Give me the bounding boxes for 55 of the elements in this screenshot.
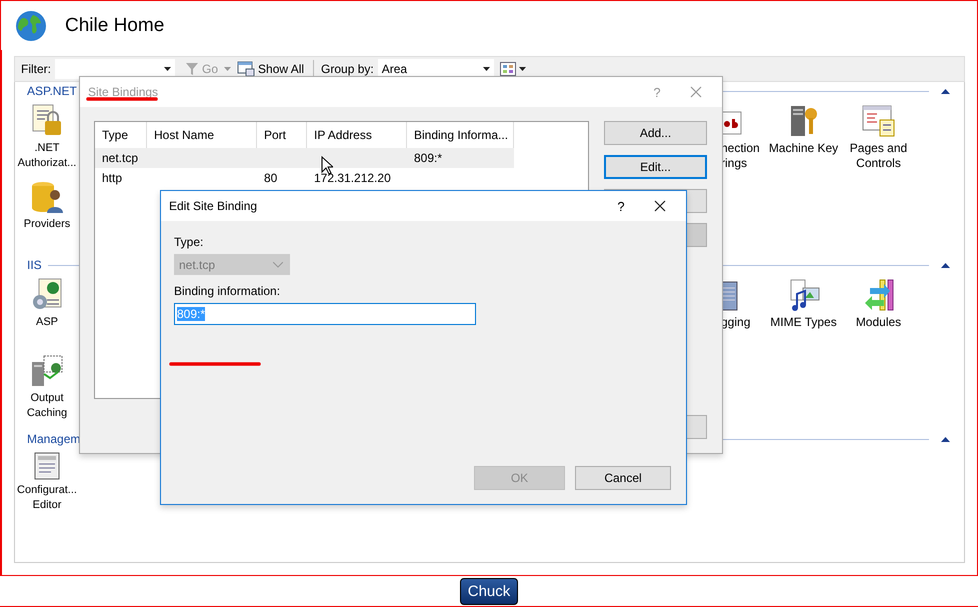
table-cell-text: net.tcp [101,151,140,165]
feature-label[interactable]: .NET Authorizat... [15,141,79,171]
collapse-icon[interactable] [941,436,950,442]
group-by-label: Group by: [321,62,374,76]
feature-item[interactable]: MIME Types [766,272,841,348]
feature-label[interactable]: ASP [36,315,58,330]
feature-label[interactable]: Configurat... Editor [15,483,79,513]
dialog-button[interactable]: Edit... [604,155,707,179]
feature-label[interactable]: Providers [24,217,70,232]
chuck-button[interactable]: Chuck [460,578,518,604]
caret-icon [164,67,171,71]
server-key-icon [788,104,818,138]
table-cell-text: 172.31.212.20 [313,171,392,185]
group-title: IIS [27,258,42,272]
caret-icon [224,67,232,71]
window-title: Chile Home [65,14,164,36]
view-button[interactable] [498,62,528,76]
binding-row[interactable]: net.tcp 809:* [95,148,514,168]
feature-label[interactable]: Machine Key [768,141,838,156]
binding-label: Binding information: [174,284,280,298]
globe-icon [15,10,47,42]
database-user-icon [30,180,64,214]
group-title: Managem [27,432,80,446]
feature-label[interactable]: Output Caching [15,391,79,421]
close-icon[interactable] [654,200,666,212]
dialog-button[interactable]: Add... [604,121,707,145]
feature-label[interactable]: MIME Types [770,315,837,330]
document-icon [34,452,60,480]
annotation-underline [86,96,158,102]
collapse-icon[interactable] [941,262,950,268]
binding-row[interactable]: http 80 172.31.212.20 [95,168,514,188]
caret-icon [482,67,490,71]
filter-label: Filter: [21,62,51,76]
feature-label[interactable]: Pages and Controls [841,141,916,171]
help-button[interactable]: ? [598,198,644,214]
chevron-down-icon [273,262,283,268]
page-layout-icon [862,104,896,138]
table-cell-text: 809:* [413,151,444,165]
dialog-title: Edit Site Binding [169,199,258,213]
gear-document-icon [31,278,63,312]
collapse-icon[interactable] [941,88,950,94]
caret-icon [518,67,526,71]
server-globe-icon [30,354,64,388]
table-cell-text: 80 [263,171,278,185]
feature-item[interactable]: Machine Key [766,98,841,174]
feature-label[interactable]: Modules [856,315,902,330]
feature-item[interactable]: Pages and Controls [841,98,916,174]
cursor-icon [321,156,333,175]
dialog-button[interactable]: Cancel [575,466,671,490]
feature-item[interactable]: Modules [841,272,916,348]
group-title: ASP.NET [27,84,77,98]
type-label: Type: [174,235,204,249]
dialog-title: Site Bindings [88,85,160,99]
table-cell-text: http [101,171,124,185]
lock-document-icon [31,104,63,138]
